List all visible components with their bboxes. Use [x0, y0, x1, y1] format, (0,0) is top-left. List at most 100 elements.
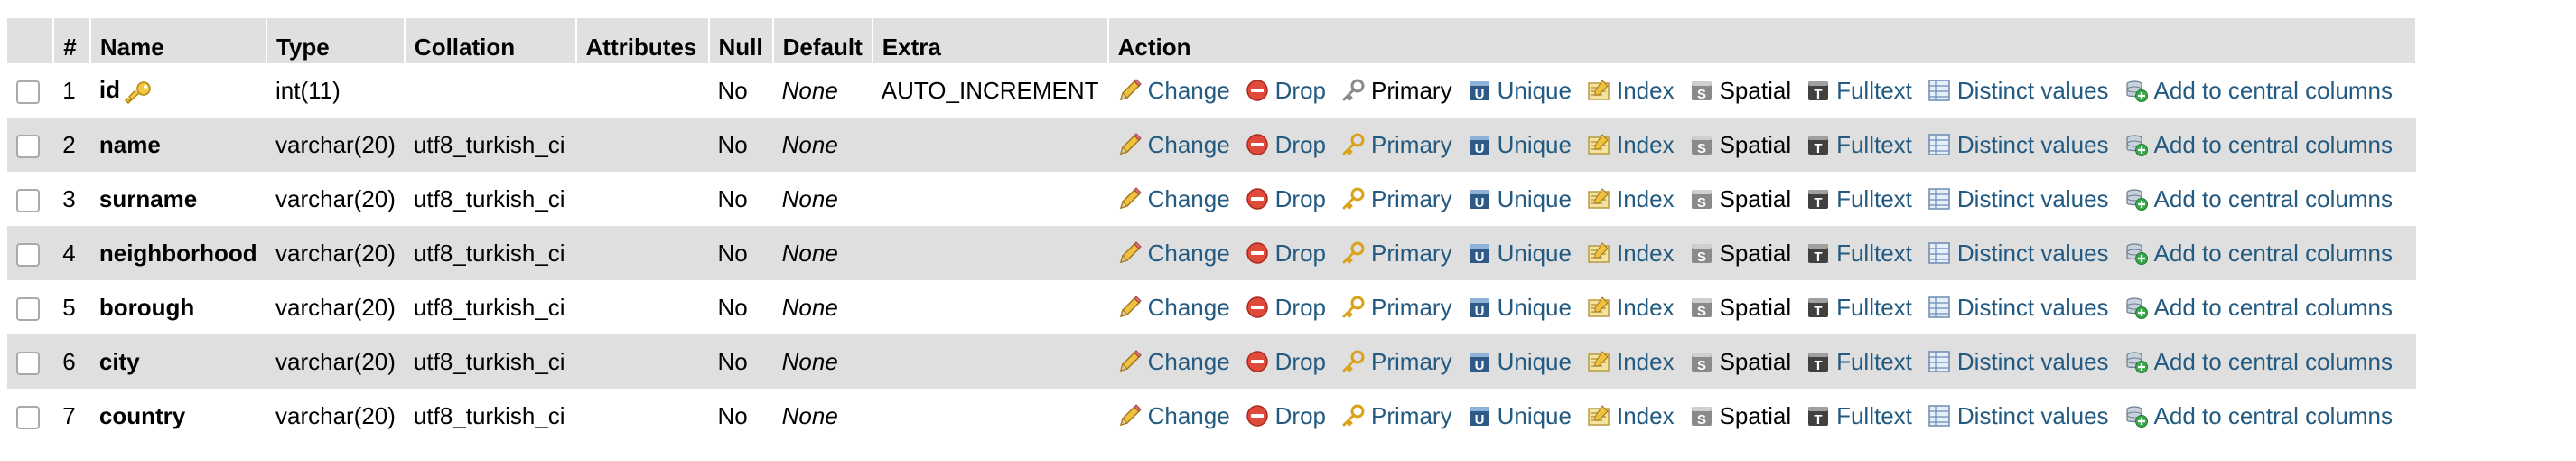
- add-to-central-columns-action[interactable]: Add to central columns: [2123, 77, 2393, 105]
- row-checkbox[interactable]: [16, 188, 40, 212]
- field-name[interactable]: neighborhood: [99, 240, 257, 267]
- fulltext-action[interactable]: T Fulltext: [1806, 77, 1912, 105]
- unique-action[interactable]: U Unique: [1467, 131, 1572, 159]
- col-default-header[interactable]: Default: [772, 18, 873, 63]
- field-collation: utf8_turkish_ci: [404, 172, 576, 226]
- row-checkbox[interactable]: [16, 242, 40, 267]
- col-name-header[interactable]: Name: [89, 18, 267, 63]
- central-columns-icon: [2123, 295, 2149, 320]
- field-type: varchar(20): [266, 172, 405, 226]
- change-action[interactable]: Change: [1117, 402, 1230, 430]
- distinct-values-action[interactable]: Distinct values: [1927, 402, 2109, 430]
- add-to-central-columns-action[interactable]: Add to central columns: [2123, 348, 2393, 376]
- primary-action[interactable]: Primary: [1340, 185, 1452, 213]
- col-extra-header[interactable]: Extra: [872, 18, 1109, 63]
- index-action[interactable]: Index: [1586, 294, 1675, 322]
- table-row: 3 surname varchar(20) utf8_turkish_ci No…: [7, 172, 2416, 226]
- field-name[interactable]: borough: [99, 294, 194, 321]
- field-name[interactable]: name: [99, 131, 161, 158]
- fulltext-action[interactable]: T Fulltext: [1806, 185, 1912, 213]
- table-row: 6 city varchar(20) utf8_turkish_ci No No…: [7, 334, 2416, 389]
- central-columns-icon: [2123, 240, 2149, 266]
- unique-action[interactable]: U Unique: [1467, 294, 1572, 322]
- fulltext-action[interactable]: T Fulltext: [1806, 294, 1912, 322]
- add-to-central-columns-action[interactable]: Add to central columns: [2123, 402, 2393, 430]
- fulltext-icon: T: [1806, 349, 1831, 374]
- central-columns-icon: [2123, 132, 2149, 157]
- change-action[interactable]: Change: [1117, 185, 1230, 213]
- change-action[interactable]: Change: [1117, 294, 1230, 322]
- drop-action[interactable]: Drop: [1245, 348, 1326, 376]
- fulltext-action[interactable]: T Fulltext: [1806, 240, 1912, 268]
- row-checkbox[interactable]: [16, 80, 40, 104]
- drop-action[interactable]: Drop: [1245, 402, 1326, 430]
- distinct-values-action[interactable]: Distinct values: [1927, 294, 2109, 322]
- fulltext-action[interactable]: T Fulltext: [1806, 402, 1912, 430]
- change-action[interactable]: Change: [1117, 240, 1230, 268]
- drop-action[interactable]: Drop: [1245, 240, 1326, 268]
- primary-action[interactable]: Primary: [1340, 402, 1452, 430]
- unique-action[interactable]: U Unique: [1467, 348, 1572, 376]
- field-name[interactable]: id: [99, 76, 120, 103]
- change-action[interactable]: Change: [1117, 131, 1230, 159]
- central-columns-icon: [2123, 186, 2149, 212]
- field-name[interactable]: city: [99, 348, 140, 375]
- row-checkbox[interactable]: [16, 134, 40, 158]
- field-default: None: [772, 280, 873, 334]
- change-icon: [1117, 240, 1143, 266]
- row-checkbox[interactable]: [16, 296, 40, 321]
- col-collation-header[interactable]: Collation: [404, 18, 577, 63]
- field-name-cell: neighborhood: [89, 226, 266, 280]
- distinct-values-action[interactable]: Distinct values: [1927, 348, 2109, 376]
- distinct-values-action[interactable]: Distinct values: [1927, 240, 2109, 268]
- field-attributes: [575, 63, 709, 118]
- add-to-central-columns-action[interactable]: Add to central columns: [2123, 294, 2393, 322]
- index-action[interactable]: Index: [1586, 77, 1675, 105]
- primary-action[interactable]: Primary: [1340, 294, 1452, 322]
- table-row: 4 neighborhood varchar(20) utf8_turkish_…: [7, 226, 2416, 280]
- add-to-central-columns-action[interactable]: Add to central columns: [2123, 185, 2393, 213]
- drop-action[interactable]: Drop: [1245, 294, 1326, 322]
- unique-action[interactable]: U Unique: [1467, 240, 1572, 268]
- index-action[interactable]: Index: [1586, 240, 1675, 268]
- fulltext-action[interactable]: T Fulltext: [1806, 131, 1912, 159]
- primary-action[interactable]: Primary: [1340, 348, 1452, 376]
- drop-action[interactable]: Drop: [1245, 131, 1326, 159]
- add-to-central-columns-action[interactable]: Add to central columns: [2123, 131, 2393, 159]
- index-action[interactable]: Index: [1586, 402, 1675, 430]
- unique-action[interactable]: U Unique: [1467, 77, 1572, 105]
- index-action[interactable]: Index: [1586, 348, 1675, 376]
- svg-text:U: U: [1474, 249, 1484, 265]
- drop-action[interactable]: Drop: [1245, 185, 1326, 213]
- distinct-values-action[interactable]: Distinct values: [1927, 185, 2109, 213]
- row-checkbox[interactable]: [16, 351, 40, 375]
- svg-text:T: T: [1815, 304, 1823, 319]
- field-extra: [872, 389, 1108, 443]
- distinct-values-action[interactable]: Distinct values: [1927, 131, 2109, 159]
- add-to-central-columns-action[interactable]: Add to central columns: [2123, 240, 2393, 268]
- spatial-action: S Spatial: [1689, 240, 1791, 268]
- fulltext-action-label: Fulltext: [1836, 76, 1912, 104]
- spatial-action-label: Spatial: [1719, 347, 1792, 375]
- change-icon: [1117, 186, 1143, 212]
- index-action[interactable]: Index: [1586, 131, 1675, 159]
- field-name[interactable]: country: [99, 402, 185, 429]
- distinct-values-action[interactable]: Distinct values: [1927, 77, 2109, 105]
- drop-action[interactable]: Drop: [1245, 77, 1326, 105]
- unique-action[interactable]: U Unique: [1467, 185, 1572, 213]
- fulltext-action[interactable]: T Fulltext: [1806, 348, 1912, 376]
- primary-action[interactable]: Primary: [1340, 240, 1452, 268]
- field-name[interactable]: surname: [99, 185, 197, 212]
- index-icon: [1586, 403, 1611, 428]
- col-attributes-header[interactable]: Attributes: [575, 18, 710, 63]
- unique-action[interactable]: U Unique: [1467, 402, 1572, 430]
- col-type-header[interactable]: Type: [266, 18, 406, 63]
- change-action[interactable]: Change: [1117, 77, 1230, 105]
- primary-action[interactable]: Primary: [1340, 131, 1452, 159]
- field-type: varchar(20): [266, 280, 405, 334]
- col-null-header[interactable]: Null: [708, 18, 774, 63]
- svg-text:S: S: [1697, 412, 1706, 428]
- row-checkbox[interactable]: [16, 405, 40, 429]
- change-action[interactable]: Change: [1117, 348, 1230, 376]
- index-action[interactable]: Index: [1586, 185, 1675, 213]
